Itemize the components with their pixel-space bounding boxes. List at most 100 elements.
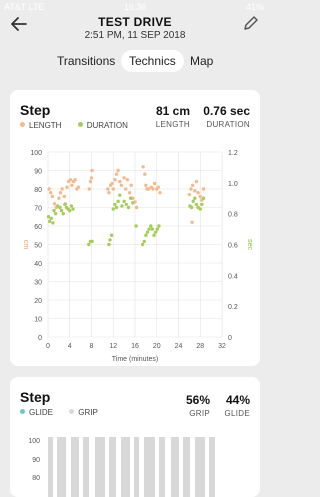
step-glide-grip-card: Step GLIDE GRIP 56% GRIP 44% GLIDE 100 90… — [10, 377, 260, 497]
length-point — [143, 172, 147, 176]
duration-point — [191, 199, 195, 204]
duration-point — [134, 224, 138, 228]
y-right-tick-label: 0.8 — [228, 212, 238, 219]
tab-map[interactable]: Map — [190, 50, 213, 72]
y-left-tick-label: 20 — [34, 298, 42, 305]
grip-bar — [83, 437, 89, 497]
duration-point — [69, 204, 74, 208]
battery: 41% — [245, 2, 264, 12]
y-tick-label: 100 — [28, 438, 40, 445]
length-point — [49, 191, 53, 195]
clock: 16:36 — [123, 2, 147, 12]
page-subtitle: 2:51 PM, 11 SEP 2018 — [84, 30, 186, 41]
duration-point — [128, 196, 133, 200]
length-point — [113, 178, 117, 182]
grip-bar — [121, 437, 130, 497]
y-right-tick-label: 0 — [228, 335, 232, 342]
length-point — [152, 181, 157, 186]
grip-bar — [144, 437, 155, 497]
duration-point — [90, 239, 94, 244]
length-point — [129, 183, 133, 187]
page-title: TEST DRIVE — [98, 15, 172, 29]
length-point — [52, 202, 57, 206]
length-point — [68, 178, 72, 182]
grip-bar — [171, 437, 179, 497]
duration-point — [87, 242, 91, 247]
duration-point — [61, 211, 65, 216]
duration-point — [120, 204, 124, 208]
duration-point — [71, 207, 75, 211]
duration-point — [51, 221, 55, 225]
length-point — [73, 178, 77, 182]
duration-point — [124, 202, 128, 207]
y-left-axis-label: cm — [22, 240, 29, 250]
duration-point — [155, 227, 159, 231]
length-point — [122, 176, 126, 180]
length-point — [50, 194, 55, 199]
duration-point — [53, 211, 58, 216]
length-point — [194, 179, 199, 184]
y-right-tick-label: 1.0 — [228, 181, 238, 188]
duration-point — [153, 230, 158, 234]
x-tick-label: 24 — [175, 343, 183, 350]
y-right-tick-label: 1.2 — [228, 150, 238, 157]
length-point — [119, 183, 124, 187]
y-right-tick-label: 0.4 — [228, 273, 238, 280]
length-point — [198, 194, 202, 199]
duration-point — [201, 196, 206, 200]
length-point — [127, 191, 132, 195]
duration-point — [109, 233, 114, 237]
length-point — [111, 187, 115, 191]
y-left-tick-label: 90 — [34, 169, 42, 176]
duration-point — [193, 196, 197, 200]
tab-technics[interactable]: Technics — [121, 50, 184, 72]
length-point — [114, 172, 119, 176]
duration-point — [108, 238, 112, 242]
duration-point — [49, 216, 53, 220]
length-point — [116, 168, 120, 173]
length-point — [76, 185, 81, 189]
duration-point — [126, 205, 131, 210]
grip-bar — [159, 437, 165, 497]
length-point — [201, 187, 206, 191]
length-point — [65, 185, 69, 189]
duration-point — [198, 207, 202, 211]
y-right-axis-label: sec — [246, 239, 253, 250]
header: TEST DRIVE 2:51 PM, 11 SEP 2018 — [0, 12, 270, 44]
duration-point — [140, 242, 145, 247]
step-scatter-chart: 010203040506070809010000.20.40.60.81.01.… — [22, 150, 253, 363]
duration-point — [114, 205, 119, 210]
length-point — [187, 192, 192, 197]
duration-point — [52, 208, 56, 213]
duration-point — [194, 202, 199, 207]
tab-transitions[interactable]: Transitions — [57, 50, 115, 72]
length-point — [118, 179, 122, 184]
length-point — [90, 168, 94, 173]
step-chart-card: Step LENGTH DURATION 81 cm LENGTH 0.76 s… — [10, 90, 260, 366]
duration-point — [189, 205, 194, 210]
duration-point — [131, 201, 135, 205]
y-left-tick-label: 10 — [34, 317, 42, 324]
x-tick-label: 0 — [46, 343, 50, 350]
grip-bar — [134, 437, 139, 497]
duration-point — [157, 224, 161, 228]
duration-point — [122, 199, 126, 204]
duration-point — [147, 227, 151, 231]
length-point — [107, 191, 111, 195]
y-tick-label: 90 — [32, 457, 40, 464]
length-point — [60, 187, 64, 191]
duration-point — [59, 208, 64, 213]
x-tick-label: 8 — [90, 343, 94, 350]
length-point — [106, 187, 110, 191]
x-tick-label: 20 — [153, 343, 161, 350]
y-right-tick-label: 0.2 — [228, 304, 238, 311]
glide-grip-bars: 100 90 80 — [28, 437, 215, 497]
length-point — [124, 187, 128, 191]
grip-bar — [57, 437, 66, 497]
pencil-icon[interactable] — [242, 14, 260, 32]
x-tick-label: 28 — [196, 343, 204, 350]
y-left-tick-label: 50 — [34, 243, 42, 250]
grip-bar — [195, 437, 205, 497]
y-left-tick-label: 30 — [34, 280, 42, 287]
duration-point — [118, 193, 122, 197]
